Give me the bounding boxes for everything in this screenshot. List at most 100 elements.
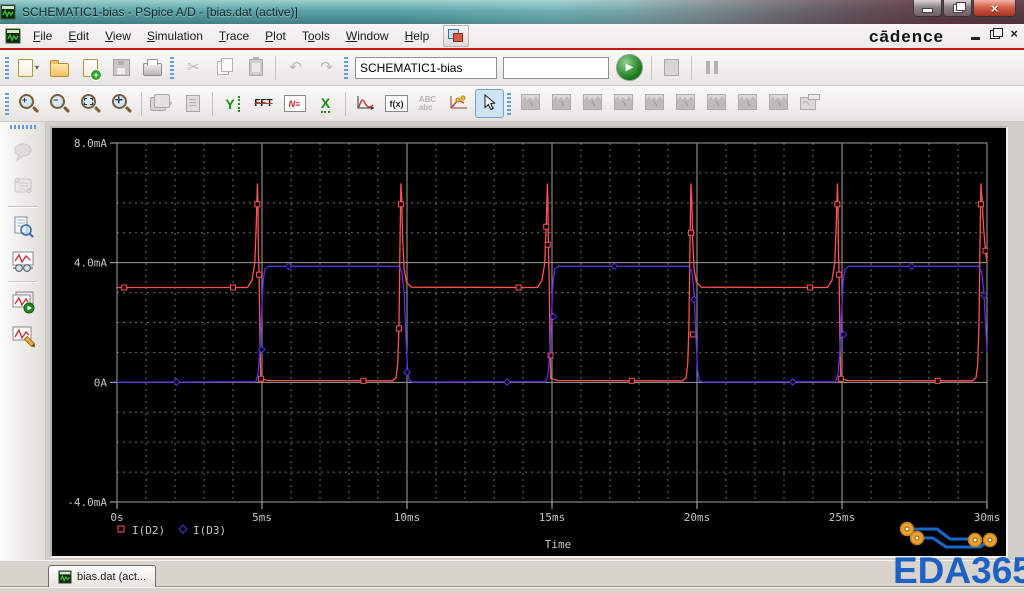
new-dropdown-icon[interactable]: ▾ [35, 63, 39, 72]
performance-analysis-button[interactable]: N≡ [280, 89, 309, 118]
trace-marker [628, 377, 635, 384]
copy-icon [216, 57, 233, 75]
y-log-scale-button[interactable]: Y [218, 89, 247, 118]
new-button[interactable]: ▾ [14, 53, 43, 82]
print-button[interactable] [138, 53, 167, 82]
toolbar-grip[interactable] [344, 56, 348, 79]
zoom-out-button[interactable]: − [45, 89, 74, 118]
y-log-scale-icon: Y [225, 95, 240, 112]
menu-trace[interactable]: Trace [211, 26, 257, 46]
plot-pages-button: ▾ [147, 89, 176, 118]
redo-button: ↷ [312, 53, 341, 82]
cursor-point-button [702, 89, 731, 118]
append-file-button[interactable] [76, 53, 105, 82]
app-icon [0, 4, 16, 20]
new-icon [17, 58, 33, 77]
cursor-min-button [640, 89, 669, 118]
child-minimize-icon[interactable] [971, 36, 981, 40]
cursor-slope-icon [614, 94, 633, 113]
cut-button: ✂ [179, 53, 208, 82]
eda365-watermark: EDA365 [893, 550, 1024, 591]
simulation-status-icon [14, 143, 31, 162]
evaluate-function-button[interactable]: f(x) [382, 89, 411, 118]
mark-data-points-button[interactable] [444, 89, 473, 118]
menu-edit[interactable]: Edit [60, 26, 97, 46]
mark-data-points-icon [448, 94, 470, 114]
cursor-max-icon [676, 94, 695, 113]
trace-marker [807, 284, 814, 291]
trace-marker [837, 375, 844, 382]
waveform-chart[interactable]: 8.0mA4.0mA0A-4.0mA0s 5ms 10ms 15ms 20ms 25ms 3… [52, 128, 1006, 556]
mark-label-icon [799, 94, 820, 113]
simulation-profile-combo[interactable] [355, 56, 497, 79]
open-icon [50, 59, 69, 77]
print-icon [143, 59, 162, 76]
view-simulation-results-button[interactable] [7, 286, 39, 318]
edit-profile-icon [664, 59, 679, 76]
legend-label-id2[interactable]: I(D2) [132, 524, 165, 537]
cursor-next-icon [769, 94, 788, 113]
child-restore-icon[interactable] [990, 27, 1004, 39]
trace-marker [230, 284, 236, 291]
document-tabbar: bias.dat (act... [0, 560, 1024, 593]
pcb-pads [899, 521, 998, 548]
menu-help[interactable]: Help [397, 26, 438, 46]
run-button[interactable]: ▶ [616, 54, 643, 81]
redo-icon: ↷ [320, 59, 333, 76]
menu-file[interactable]: File [25, 26, 60, 46]
window-overlap-icon[interactable] [443, 25, 470, 47]
sidebar-grip[interactable] [9, 125, 36, 129]
sidebar-separator [7, 206, 38, 207]
evaluate-function-icon: f(x) [385, 95, 408, 112]
trace-marker [544, 241, 551, 248]
menu-view[interactable]: View [97, 26, 139, 46]
x-log-scale-button[interactable]: X [311, 89, 340, 118]
trace-marker [121, 284, 128, 291]
zoom-fit-button[interactable]: ✛ [107, 89, 136, 118]
copy-button [210, 53, 239, 82]
legend-label-id3[interactable]: I(D3) [193, 524, 226, 537]
waveform-plot-window[interactable]: 8.0mA 4.0mA 0A -4.0mA 0s 5ms 10ms 15ms 20ms 25ms 3… [50, 126, 1008, 558]
x-tick-label: 5ms [252, 511, 272, 524]
view-output-file-button[interactable] [7, 211, 39, 243]
pause-icon [705, 61, 718, 74]
cursor-slope-button [609, 89, 638, 118]
trace-marker [610, 262, 619, 271]
toggle-cursor-icon [521, 94, 540, 113]
undo-icon: ↶ [289, 59, 302, 76]
menu-tools[interactable]: Tools [294, 26, 338, 46]
menu-plot[interactable]: Plot [257, 26, 294, 46]
select-pointer-button[interactable] [475, 89, 504, 118]
zoom-area-button[interactable] [76, 89, 105, 118]
tab-bias-dat[interactable]: bias.dat (act... [48, 565, 157, 587]
y-tick-label: -4.0mA [67, 496, 107, 509]
child-close-icon[interactable]: × [1010, 27, 1018, 40]
trace-marker [515, 284, 522, 291]
view-circuit-file-button[interactable] [7, 245, 39, 277]
cadence-logo: cādence [868, 27, 944, 46]
toolbar-separator [141, 91, 142, 116]
chart-legend: I(D2) I(D3) [117, 524, 226, 537]
toolbar-grip[interactable] [170, 56, 174, 79]
plot-pages-icon [150, 93, 171, 111]
open-button[interactable] [45, 53, 74, 82]
fourier-button[interactable]: FFT [249, 89, 278, 118]
toolbar-grip[interactable] [5, 56, 9, 79]
menu-window[interactable]: Window [338, 26, 397, 46]
minimize-button[interactable] [913, 0, 942, 17]
mark-label-button [795, 89, 824, 118]
cut-icon: ✂ [187, 59, 200, 76]
edit-simulation-profile-button[interactable] [7, 320, 39, 352]
add-trace-button[interactable] [351, 89, 380, 118]
menu-simulation[interactable]: Simulation [139, 26, 211, 46]
toolbar-grip[interactable] [5, 92, 9, 115]
simulation-status-field[interactable] [503, 56, 609, 79]
chart-axes: 8.0mA4.0mA0A-4.0mA0s 5ms 10ms 15ms 20ms 25ms 3… [67, 137, 1000, 551]
cursor-max-button [671, 89, 700, 118]
toolbar-grip[interactable] [507, 92, 511, 115]
restore-button[interactable] [943, 0, 972, 17]
zoom-in-button[interactable]: + [14, 89, 43, 118]
view-output-file-icon [14, 216, 34, 238]
restore-icon [952, 1, 966, 13]
close-button[interactable]: × [973, 0, 1016, 17]
